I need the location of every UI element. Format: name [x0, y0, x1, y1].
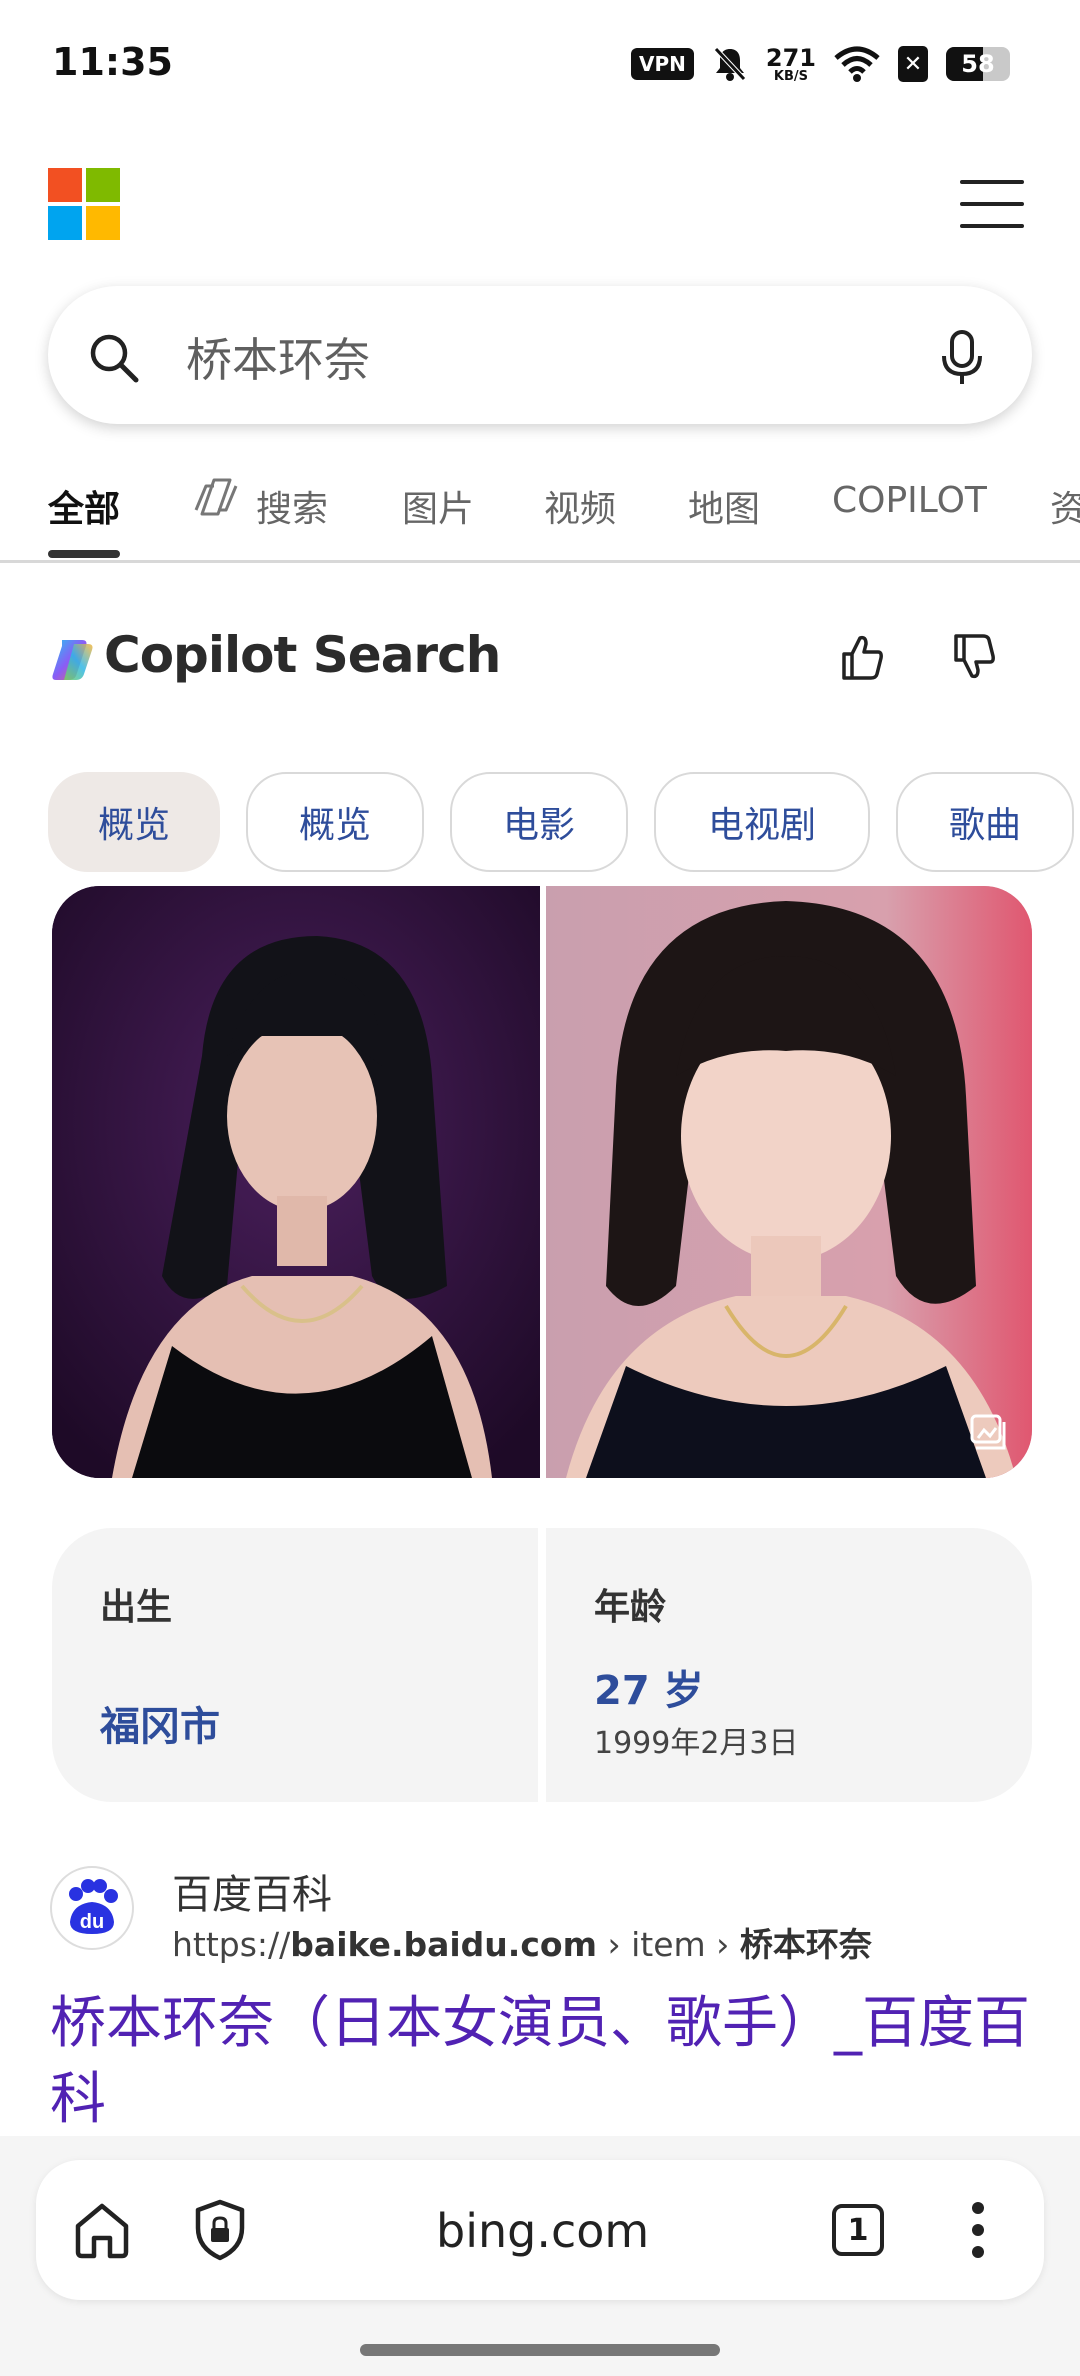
status-time: 11:35	[52, 40, 173, 84]
age-value: 27 岁	[594, 1668, 704, 1714]
baidu-logo: du	[50, 1866, 134, 1950]
status-icons: VPN 271 KB/S ✕ 58	[631, 40, 1010, 88]
chip-tv-series[interactable]: 电视剧	[654, 772, 870, 872]
result-title-link[interactable]: 桥本环奈（日本女演员、歌手）_百度百科	[50, 1986, 1040, 2138]
mute-bell-icon	[714, 47, 746, 81]
age-card: 年龄 27 岁 1999年2月3日	[546, 1528, 1032, 1802]
tab-more[interactable]: 资	[1050, 480, 1080, 532]
tabs-divider	[0, 560, 1080, 563]
status-bar: 11:35 VPN 271 KB/S ✕ 58	[0, 0, 1080, 130]
tab-videos[interactable]: 视频	[544, 480, 616, 532]
shield-lock-icon[interactable]	[192, 2198, 248, 2262]
thumbs-down-icon[interactable]	[952, 632, 996, 682]
tab-all[interactable]: 全部	[48, 480, 120, 532]
chip-overview[interactable]: 概览	[246, 772, 424, 872]
tab-search[interactable]: 搜索	[256, 480, 328, 532]
birthplace-value[interactable]: 福冈市	[100, 1694, 220, 1752]
search-icon[interactable]	[86, 330, 142, 386]
person-photo-left[interactable]	[52, 886, 540, 1478]
microsoft-logo[interactable]	[48, 168, 120, 240]
birth-date: 1999年2月3日	[594, 1726, 799, 1761]
chip-overview-selected[interactable]: 概览	[48, 772, 220, 872]
svg-text:du: du	[80, 1911, 104, 1933]
thumbs-up-icon[interactable]	[840, 632, 884, 682]
network-speed: 271 KB/S	[765, 43, 816, 84]
age-label: 年龄	[594, 1587, 667, 1628]
image-gallery-icon[interactable]	[970, 1414, 1008, 1452]
vpn-icon: VPN	[631, 48, 694, 80]
search-query-text[interactable]: 桥本环奈	[186, 324, 370, 390]
tab-copilot[interactable]: COPILOT	[832, 480, 987, 521]
address-bar[interactable]: bing.com	[436, 2204, 649, 2258]
tab-switcher-button[interactable]: 1	[832, 2204, 884, 2256]
source-url: https://baike.baidu.com › item › 桥本环奈	[172, 1925, 872, 1964]
copilot-tab-icon	[194, 478, 238, 516]
birthplace-card: 出生 福冈市	[52, 1528, 538, 1802]
wifi-icon	[834, 46, 880, 82]
copilot-logo-icon	[52, 640, 93, 680]
chip-songs[interactable]: 歌曲	[896, 772, 1074, 872]
more-options-icon[interactable]	[968, 2202, 988, 2258]
copilot-search-title: Copilot Search	[104, 626, 501, 684]
home-indicator[interactable]	[360, 2344, 720, 2356]
chip-movies[interactable]: 电影	[450, 772, 628, 872]
microphone-icon[interactable]	[936, 328, 988, 388]
source-name: 百度百科	[172, 1872, 332, 1918]
person-photo-right[interactable]	[546, 886, 1032, 1478]
battery-icon: 58	[946, 47, 1010, 81]
hamburger-menu-icon[interactable]	[960, 176, 1024, 232]
birthplace-label: 出生	[100, 1587, 173, 1628]
active-tab-indicator	[48, 550, 120, 558]
tab-images[interactable]: 图片	[402, 480, 474, 532]
home-icon[interactable]	[72, 2200, 132, 2260]
tab-maps[interactable]: 地图	[688, 480, 760, 532]
no-sim-icon: ✕	[898, 46, 928, 82]
search-tabs: 全部 搜索 图片 视频 地图 COPILOT 资	[0, 470, 1080, 562]
